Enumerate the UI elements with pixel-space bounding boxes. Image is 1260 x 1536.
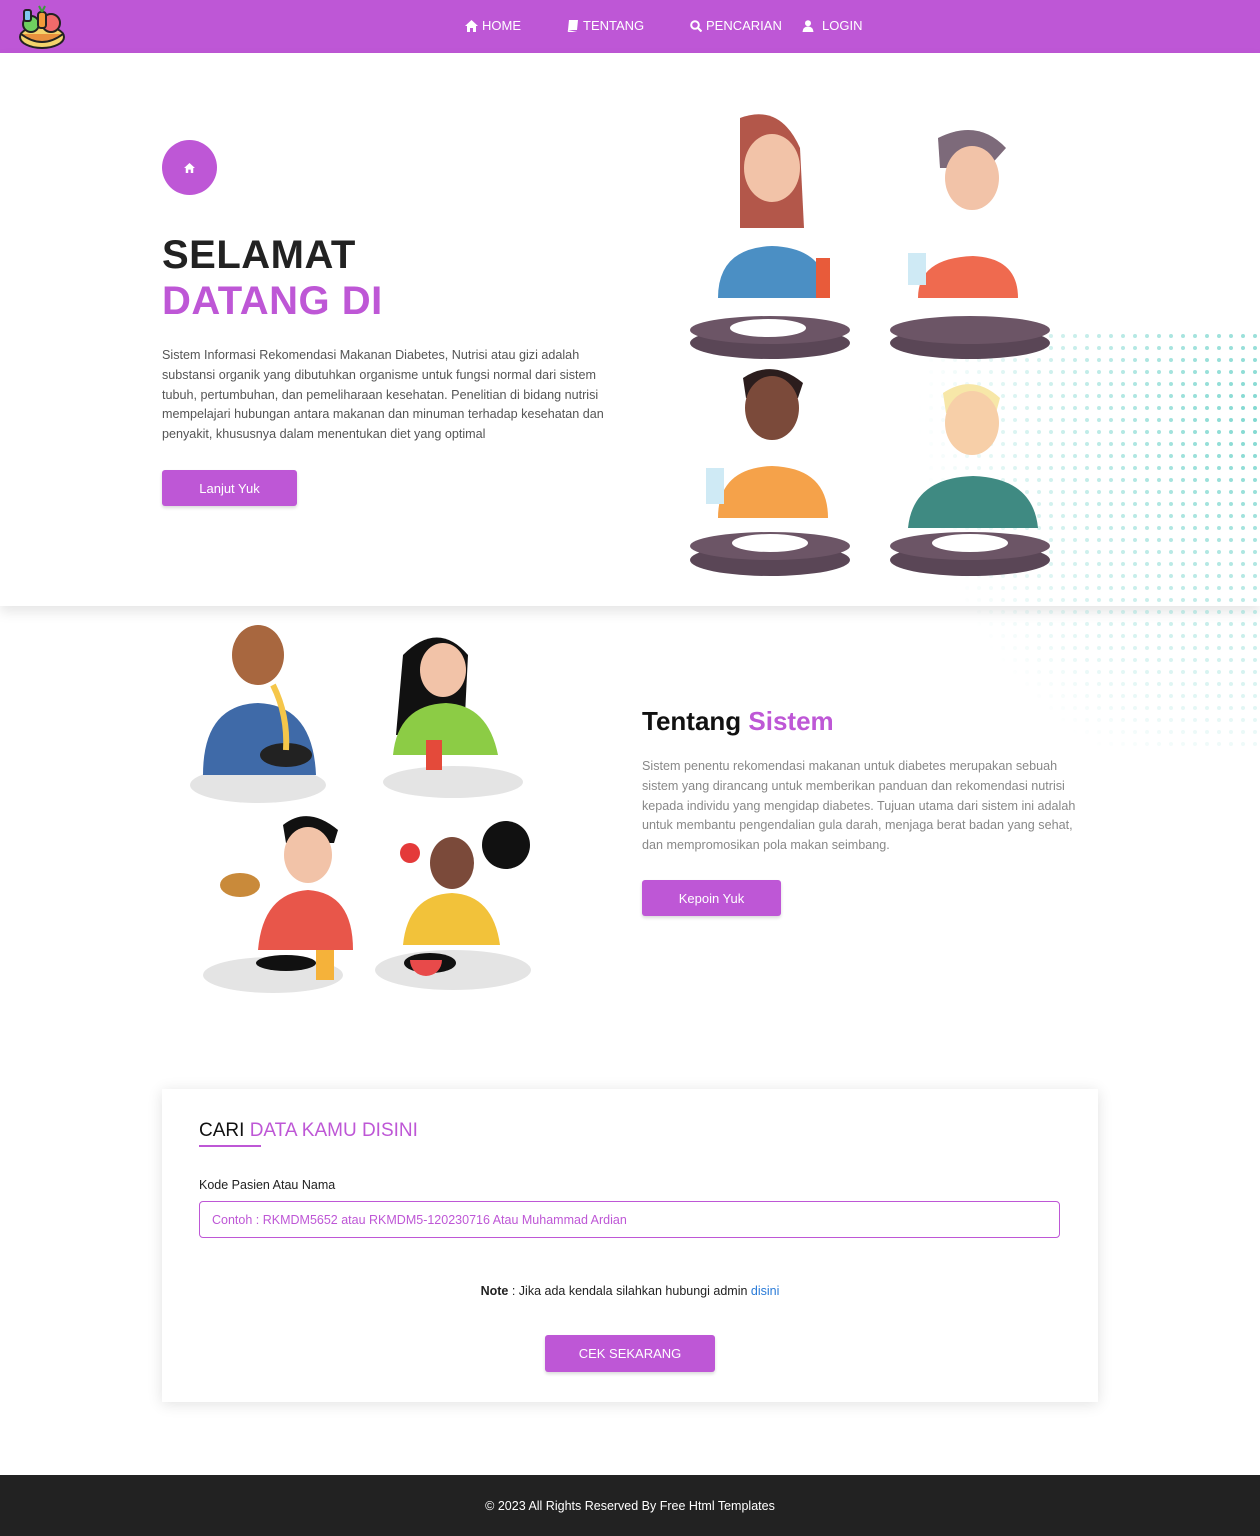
book-icon [567,19,578,32]
footer-copyright: © 2023 All Rights Reserved By Free Html … [485,1498,775,1513]
admin-note: Note : Jika ada kendala silahkan hubungi… [162,1284,1098,1298]
search-field-label: Kode Pasien Atau Nama [199,1178,336,1192]
hero-title-line1: SELAMAT [162,233,356,277]
search-card-title: CARI DATA KAMU DISINI [199,1120,418,1142]
nav-pencarian-label: PENCARIAN [706,18,782,33]
search-title-accent: DATA KAMU DISINI [249,1120,418,1141]
user-icon [802,19,814,32]
search-icon [690,19,702,32]
people-eating-illustration [690,114,1050,576]
patient-search-input[interactable] [199,1201,1060,1238]
home-icon [184,162,195,173]
food-basket-logo[interactable] [16,4,68,50]
nav-home-label: HOME [482,18,521,33]
nav-login-label: LOGIN [822,18,863,33]
nav-tentang[interactable]: TENTANG [567,18,644,33]
people-eating-about-illustration [190,625,531,993]
hero-description: Sistem Informasi Rekomendasi Makanan Dia… [162,348,604,442]
search-card: CARI DATA KAMU DISINI Kode Pasien Atau N… [162,1089,1098,1402]
nav-tentang-label: TENTANG [583,18,645,33]
about-title-plain: Tentang [642,706,749,736]
search-title-plain: CARI [199,1120,250,1141]
lanjut-yuk-button[interactable]: Lanjut Yuk [162,470,297,506]
hero-section: SELAMAT DATANG DI Sistem Informasi Rekom… [0,53,1260,753]
kepoin-yuk-button[interactable]: Kepoin Yuk [642,880,781,916]
title-underline [199,1145,261,1147]
note-bold: Note [480,1284,509,1298]
top-navbar: HOME TENTANG PENCARIAN LOGIN [0,0,1260,53]
hero-title-line2: DATANG DI [162,279,383,323]
contact-admin-link[interactable]: disini [751,1284,780,1298]
about-title-accent: Sistem [748,706,834,736]
about-description: Sistem penentu rekomendasi makanan untuk… [642,759,1076,853]
home-icon [465,19,478,32]
note-text: : Jika ada kendala silahkan hubungi admi… [508,1284,751,1298]
page-footer: © 2023 All Rights Reserved By Free Html … [0,1475,1260,1536]
nav-home[interactable]: HOME [465,18,521,33]
nav-pencarian[interactable]: PENCARIAN [690,18,782,33]
nav-login[interactable]: LOGIN [802,18,862,33]
hero-home-badge [162,140,217,195]
about-title: Tentang Sistem [642,706,834,737]
cek-sekarang-button[interactable]: CEK SEKARANG [545,1335,715,1372]
